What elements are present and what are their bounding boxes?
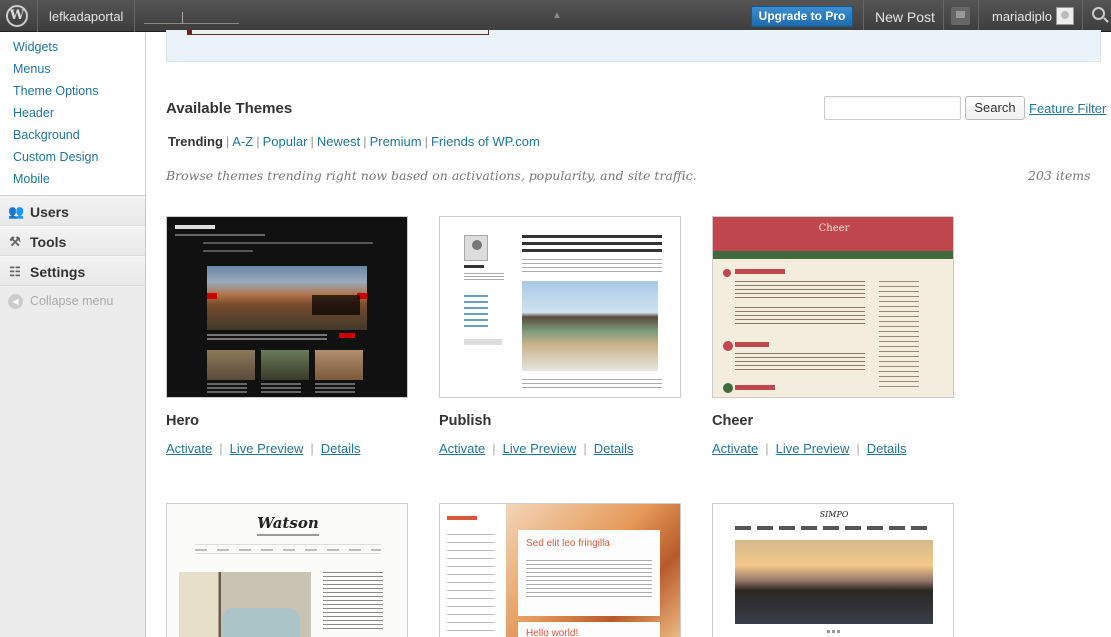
confit-screenshot-post-title: Sed elit leo fringilla — [526, 538, 610, 549]
submenu-custom-design[interactable]: Custom Design — [0, 146, 145, 168]
user-menu[interactable]: mariadiplo — [992, 9, 1052, 24]
theme-name-hero: Hero — [166, 413, 200, 429]
search-icon[interactable] — [1092, 7, 1105, 20]
tab-newest[interactable]: Newest — [317, 134, 360, 149]
site-name-link[interactable]: lefkadaportal — [49, 9, 123, 24]
avatar[interactable] — [1056, 7, 1074, 25]
theme-screenshot-simpo[interactable]: SIMPO — [712, 503, 954, 637]
sidebar-item-label: Tools — [30, 234, 67, 250]
new-post-link[interactable]: New Post — [875, 9, 935, 25]
theme-actions-hero: Activate | Live Preview | Details — [166, 441, 361, 456]
live-preview-link[interactable]: Live Preview — [503, 441, 577, 456]
submenu-header[interactable]: Header — [0, 102, 145, 124]
theme-name-publish: Publish — [439, 413, 492, 429]
cheer-screenshot-title: Cheer — [818, 223, 850, 234]
notifications-icon[interactable] — [951, 7, 970, 25]
admin-sidebar: Widgets Menus Theme Options Header Backg… — [0, 33, 146, 637]
collapse-arrow-icon: ◀ — [8, 294, 23, 309]
theme-actions-publish: Activate | Live Preview | Details — [439, 441, 634, 456]
tab-trending[interactable]: Trending — [166, 134, 223, 149]
submenu-theme-options[interactable]: Theme Options — [0, 80, 145, 102]
live-preview-link[interactable]: Live Preview — [776, 441, 850, 456]
tools-icon: ⚒ — [9, 234, 21, 249]
submenu-menus[interactable]: Menus — [0, 58, 145, 80]
separator — [37, 0, 38, 32]
activate-link[interactable]: Activate — [166, 441, 212, 456]
separator — [943, 0, 944, 32]
details-link[interactable]: Details — [594, 441, 634, 456]
theme-name-cheer: Cheer — [712, 413, 754, 429]
upgrade-button[interactable]: Upgrade to Pro — [751, 6, 853, 27]
admin-bar: W lefkadaportal ▲ Upgrade to Pro New Pos… — [0, 0, 1111, 32]
live-preview-link[interactable]: Live Preview — [230, 441, 304, 456]
activate-link[interactable]: Activate — [712, 441, 758, 456]
collapse-arrow-icon[interactable]: ▲ — [552, 10, 562, 21]
feature-filter-link[interactable]: Feature Filter — [1029, 101, 1106, 116]
stats-sparkline[interactable] — [144, 10, 239, 24]
theme-screenshot-publish[interactable] — [439, 216, 681, 398]
separator — [978, 0, 979, 32]
separator — [1082, 0, 1083, 32]
tab-popular[interactable]: Popular — [263, 134, 308, 149]
tab-description: Browse themes trending right now based o… — [166, 168, 697, 183]
users-icon: 👥 — [8, 204, 25, 219]
activate-link[interactable]: Activate — [439, 441, 485, 456]
collapse-menu-label: Collapse menu — [30, 294, 114, 308]
wordpress-logo-icon[interactable]: W — [6, 5, 28, 27]
theme-screenshot-cheer[interactable]: Cheer — [712, 216, 954, 398]
separator — [863, 0, 864, 32]
item-count: 203 items — [1028, 168, 1091, 183]
current-theme-thumbnail — [187, 30, 489, 35]
details-link[interactable]: Details — [867, 441, 907, 456]
settings-icon: ☷ — [9, 264, 21, 279]
tab-premium[interactable]: Premium — [370, 134, 422, 149]
sidebar-item-label: Users — [30, 204, 69, 220]
theme-screenshot-watson[interactable]: Watson — [166, 503, 408, 637]
theme-tabs: Trending | A-Z | Popular | Newest | Premium | Frie… — [166, 134, 540, 149]
submenu-mobile[interactable]: Mobile — [0, 168, 145, 190]
appearance-submenu: Widgets Menus Theme Options Header Backg… — [0, 33, 145, 196]
submenu-widgets[interactable]: Widgets — [0, 36, 145, 58]
page-title: Available Themes — [166, 100, 293, 117]
theme-screenshot-hero[interactable] — [166, 216, 408, 398]
theme-search-input[interactable] — [824, 96, 961, 120]
sidebar-item-tools[interactable]: ⚒ Tools — [0, 226, 145, 256]
watson-screenshot-logo: Watson — [257, 514, 319, 532]
separator — [134, 0, 135, 32]
theme-actions-cheer: Activate | Live Preview | Details — [712, 441, 907, 456]
sidebar-item-settings[interactable]: ☷ Settings — [0, 256, 145, 286]
current-theme-box — [166, 30, 1101, 62]
tab-a-z[interactable]: A-Z — [232, 134, 253, 149]
search-button[interactable]: Search — [965, 96, 1025, 120]
sidebar-item-label: Settings — [30, 264, 86, 280]
confit-screenshot-post-title-2: Hello world! — [526, 628, 579, 637]
submenu-background[interactable]: Background — [0, 124, 145, 146]
collapse-menu-button[interactable]: ◀ Collapse menu — [0, 286, 145, 316]
sidebar-item-users[interactable]: 👥 Users — [0, 196, 145, 226]
tab-friends-of-wp[interactable]: Friends of WP.com — [431, 134, 540, 149]
details-link[interactable]: Details — [321, 441, 361, 456]
simpo-screenshot-logo: SIMPO — [819, 510, 849, 519]
theme-screenshot-confit[interactable]: Sed elit leo fringilla Hello world! — [439, 503, 681, 637]
